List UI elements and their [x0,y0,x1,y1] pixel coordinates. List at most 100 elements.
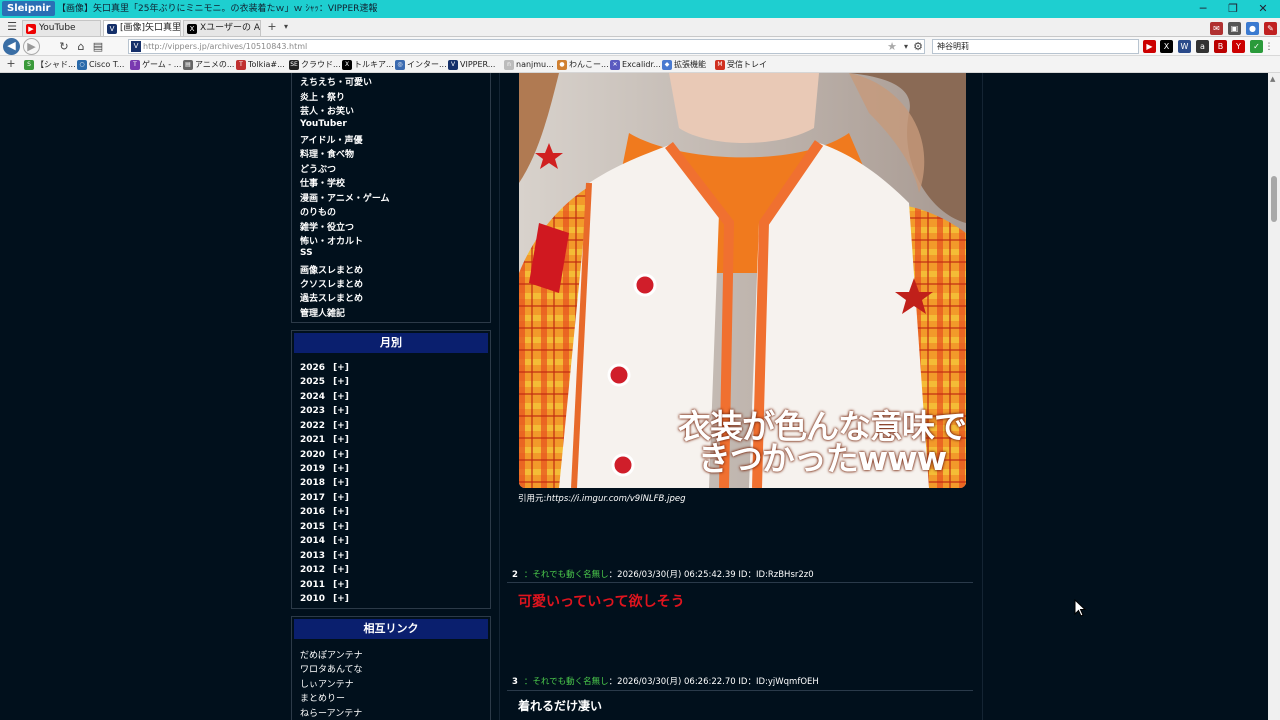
add-bookmark-icon[interactable]: + [3,56,19,72]
bookmark-item[interactable]: T ゲーム - ... [130,58,181,71]
expand-toggle[interactable]: [+] [333,377,349,387]
category-link[interactable]: 芸人・お笑い [300,104,354,117]
bookmark-item[interactable]: S 【シャド... [24,58,76,71]
category-link[interactable]: アイドル・声優 [300,133,363,146]
category-link[interactable]: 過去スレまとめ [300,291,363,304]
category-link[interactable]: 怖い・オカルト [300,234,363,247]
expand-toggle[interactable]: [+] [333,421,349,431]
bookmark-item[interactable]: ▤ アニメの... [183,58,234,71]
category-link[interactable]: 仕事・学校 [300,176,345,189]
scroll-up-icon[interactable]: ▲ [1270,75,1275,83]
amazon-ext-icon[interactable]: a [1196,40,1209,53]
expand-toggle[interactable]: [+] [333,435,349,445]
expand-toggle[interactable]: [+] [333,522,349,532]
bookmark-item[interactable]: ○ Cisco T... [77,58,124,71]
bookmark-item[interactable]: n nanjmu... [504,58,554,71]
expand-toggle[interactable]: [+] [333,450,349,460]
address-bar[interactable]: V http://vippers.jp/archives/10510843.ht… [128,39,925,54]
year-item[interactable]: 2013 [+] [300,551,349,561]
category-link[interactable]: SS [300,248,313,258]
category-link[interactable]: 画像スレまとめ [300,263,363,276]
tab-list-icon[interactable]: ☰ [4,19,20,35]
expand-toggle[interactable]: [+] [333,363,349,373]
translate-ext-icon[interactable]: W [1178,40,1191,53]
category-link[interactable]: 管理人雑記 [300,306,345,319]
year-item[interactable]: 2026 [+] [300,363,349,373]
menu-icon[interactable]: ⋮ [1264,39,1274,55]
expand-toggle[interactable]: [+] [333,478,349,488]
scroll-thumb[interactable] [1271,176,1277,222]
year-item[interactable]: 2011 [+] [300,580,349,590]
mutual-link[interactable]: まとめりー [300,691,345,704]
mutual-link[interactable]: だめぽアンテナ [300,648,363,661]
expand-toggle[interactable]: [+] [333,392,349,402]
tab-x[interactable]: X Xユーザーの ABE... [183,20,261,36]
page-icon[interactable]: ▤ [90,39,106,55]
year-item[interactable]: 2010 [+] [300,594,349,604]
maximize-button[interactable]: ❐ [1218,0,1248,18]
year-item[interactable]: 2019 [+] [300,464,349,474]
bookmark-item[interactable]: X トルキア... [342,58,394,71]
year-item[interactable]: 2023 [+] [300,406,349,416]
year-item[interactable]: 2021 [+] [300,435,349,445]
ext-icon-b[interactable]: ▣ [1228,22,1241,35]
search-input[interactable]: 神谷明莉 [932,39,1139,54]
year-item[interactable]: 2022 [+] [300,421,349,431]
bookmark-item[interactable]: V VIPPER... [448,58,495,71]
category-link[interactable]: えちえち・可愛い [300,75,372,88]
category-link[interactable]: 料理・食べ物 [300,147,354,160]
page-scrollbar[interactable]: ▲ [1268,73,1280,720]
category-link[interactable]: 炎上・祭り [300,90,345,103]
check-ext-icon[interactable]: ✓ [1250,40,1263,53]
year-item[interactable]: 2012 [+] [300,565,349,575]
year-item[interactable]: 2025 [+] [300,377,349,387]
year-item[interactable]: 2014 [+] [300,536,349,546]
source-url[interactable]: https://i.imgur.com/v9lNLFB.jpeg [546,494,685,504]
bookmark-ext-icon[interactable]: B [1214,40,1227,53]
bookmark-item[interactable]: ◆ 拡張機能 [662,58,706,71]
article-photo[interactable]: 衣装が色んな意味で きつかったwww [519,73,966,488]
year-item[interactable]: 2017 [+] [300,493,349,503]
category-link[interactable]: 雑学・役立つ [300,220,354,233]
tab-youtube[interactable]: ▶ YouTube [22,20,101,36]
category-link[interactable]: YouTuber [300,119,347,129]
expand-toggle[interactable]: [+] [333,594,349,604]
mutual-link[interactable]: ワロタあんてな [300,662,363,675]
category-link[interactable]: クソスレまとめ [300,277,363,290]
expand-toggle[interactable]: [+] [333,536,349,546]
expand-toggle[interactable]: [+] [333,551,349,561]
search-engine-icon[interactable]: ⚙ [910,39,926,55]
back-icon[interactable]: ◀ [3,38,20,55]
expand-toggle[interactable]: [+] [333,580,349,590]
bookmark-item[interactable]: ✕ Excalidr... [610,58,661,71]
minimize-button[interactable]: ─ [1188,0,1218,18]
year-item[interactable]: 2018 [+] [300,478,349,488]
expand-toggle[interactable]: [+] [333,406,349,416]
ext-icon-a[interactable]: ✉ [1210,22,1223,35]
forward-icon[interactable]: ▶ [23,38,40,55]
mutual-link[interactable]: しぃアンテナ [300,677,354,690]
expand-toggle[interactable]: [+] [333,464,349,474]
year-item[interactable]: 2015 [+] [300,522,349,532]
mutual-link[interactable]: ねらーアンテナ [300,706,362,719]
tab-vipper[interactable]: V [画像]矢口真里... [103,20,181,36]
tab-menu-icon[interactable]: ▾ [278,19,294,35]
bookmark-item[interactable]: ◎ インター... [395,58,447,71]
bookmark-item[interactable]: M 受信トレイ [715,58,767,71]
x-ext-icon[interactable]: X [1160,40,1173,53]
yahoo-ext-icon[interactable]: Y [1232,40,1245,53]
bookmark-item[interactable]: SE クラウド... [289,58,341,71]
year-item[interactable]: 2020 [+] [300,450,349,460]
year-item[interactable]: 2016 [+] [300,507,349,517]
expand-toggle[interactable]: [+] [333,493,349,503]
youtube-ext-icon[interactable]: ▶ [1143,40,1156,53]
close-window-button[interactable]: ✕ [1248,0,1278,18]
ext-icon-c[interactable]: ● [1246,22,1259,35]
bookmark-item[interactable]: T Tolkia#... [236,58,285,71]
category-link[interactable]: 漫画・アニメ・ゲーム [300,191,390,204]
bookmark-item[interactable]: ● わんこー... [557,58,609,71]
category-link[interactable]: どうぶつ [300,162,336,175]
ext-icon-d[interactable]: ✎ [1264,22,1277,35]
expand-toggle[interactable]: [+] [333,565,349,575]
home-icon[interactable]: ⌂ [73,39,89,55]
